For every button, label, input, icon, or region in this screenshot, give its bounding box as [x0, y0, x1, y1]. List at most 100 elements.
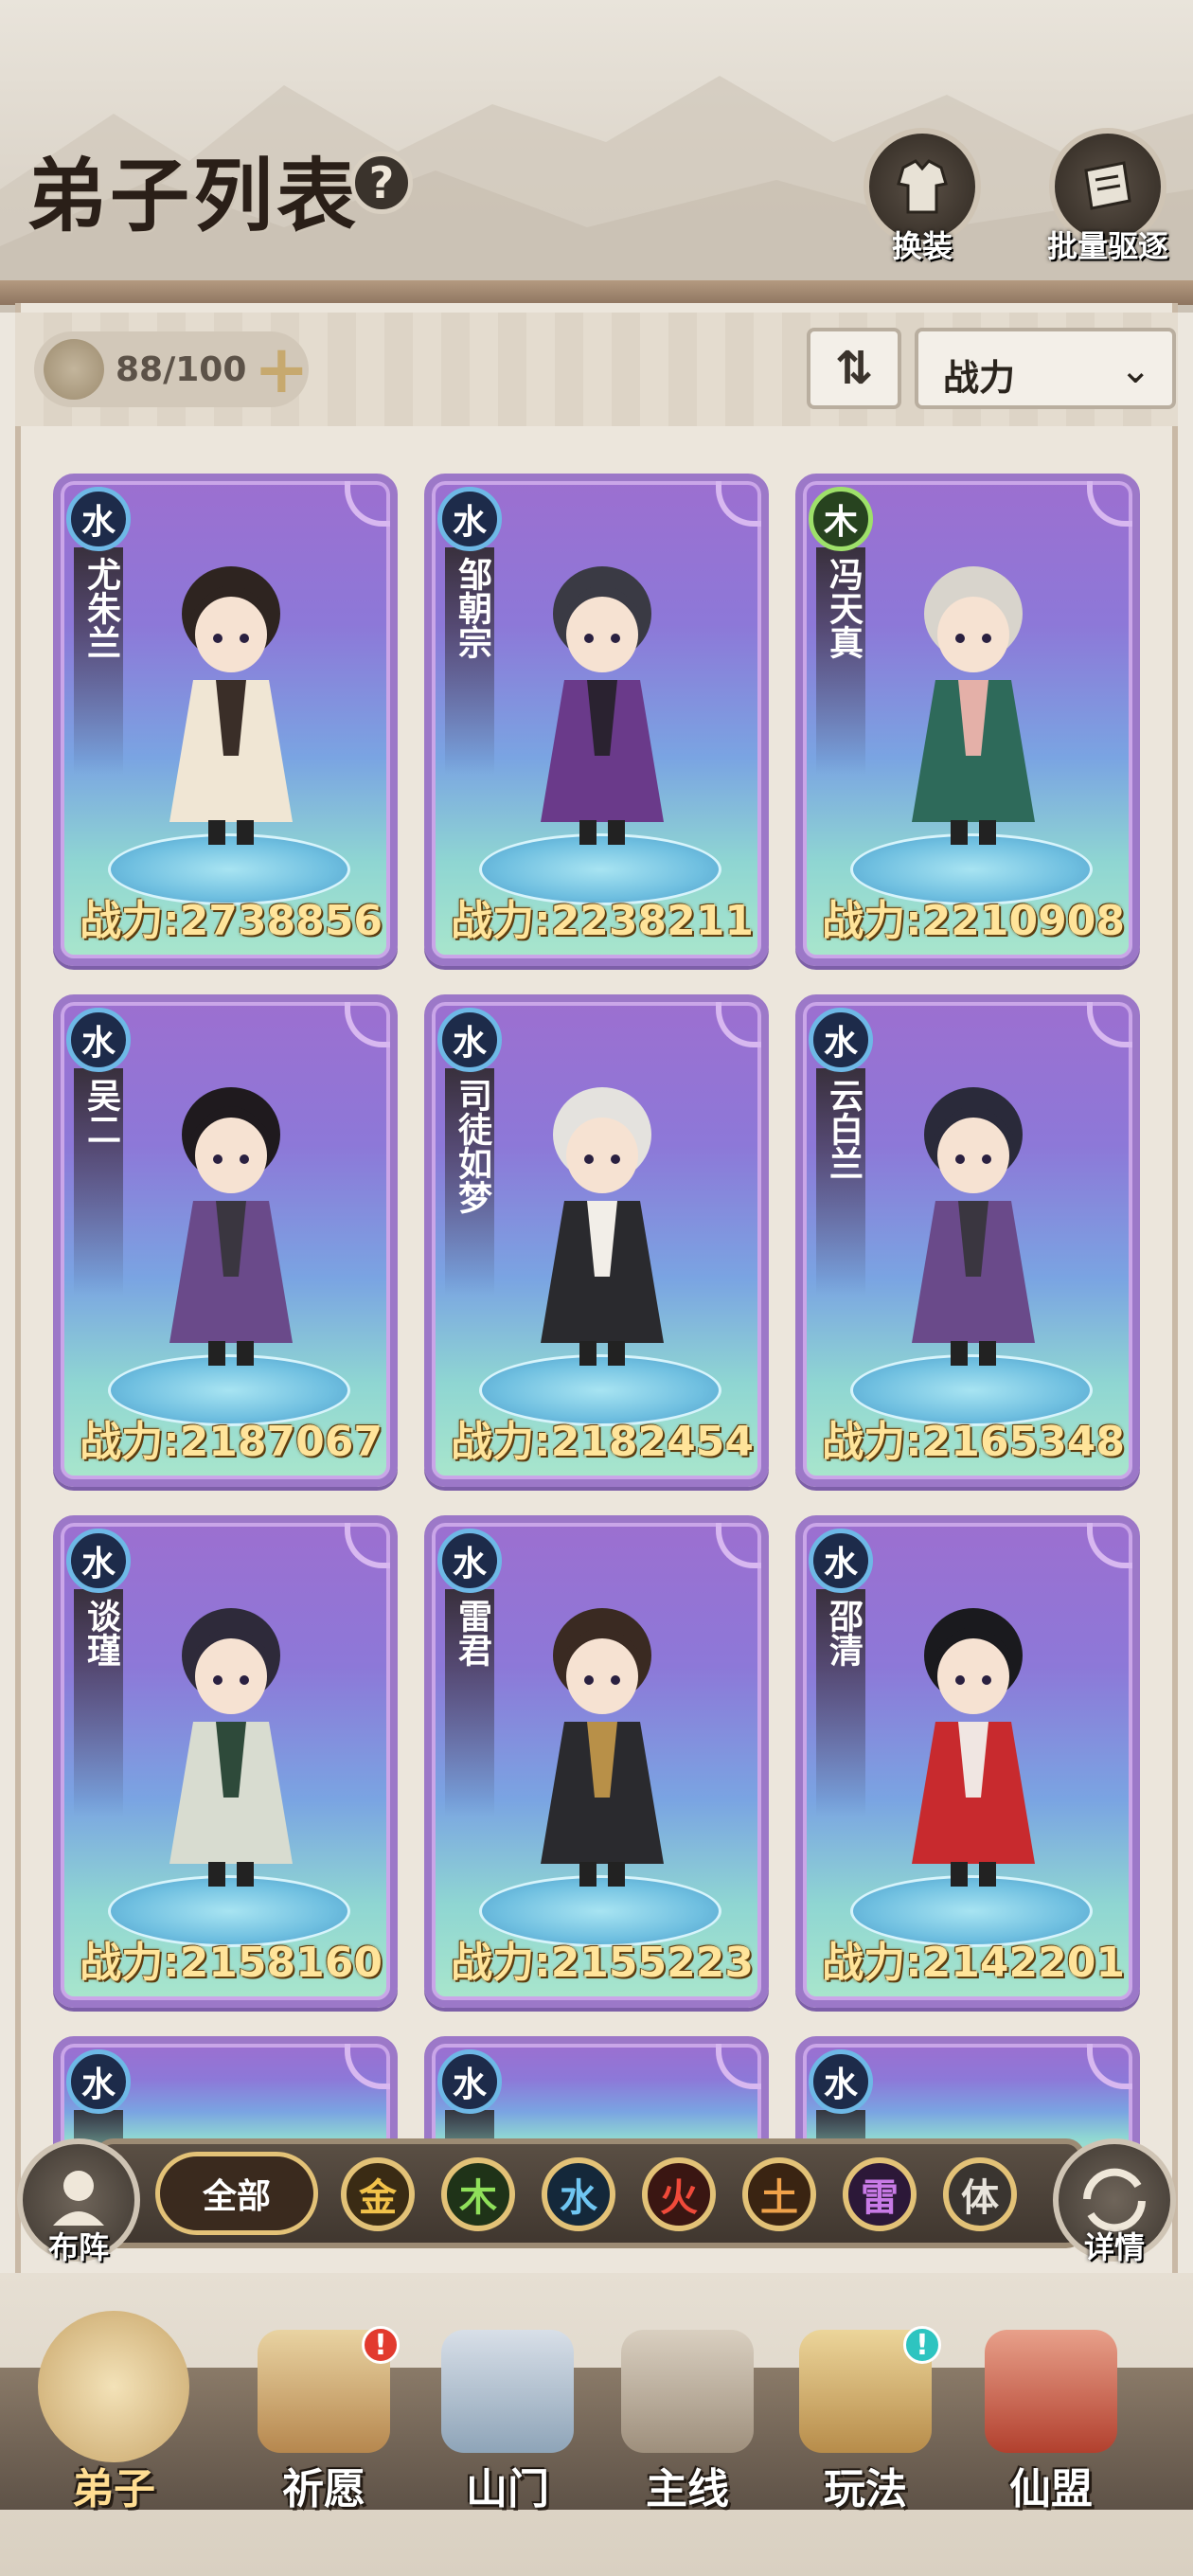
character-portrait — [541, 1087, 664, 1366]
outfit-button[interactable]: 换装 — [856, 128, 988, 264]
character-portrait — [169, 1087, 293, 1366]
nav-alliance[interactable]: 仙盟 — [966, 2330, 1136, 2519]
formation-button[interactable]: 布阵 — [17, 2138, 140, 2265]
combat-power: 战力:2187067 — [80, 1418, 383, 1466]
card-corner-ornament — [716, 1523, 761, 1568]
card-corner-ornament — [345, 1002, 390, 1047]
filter-element-6[interactable]: 体 — [943, 2157, 1017, 2231]
character-portrait — [912, 1087, 1035, 1366]
card-corner-ornament — [345, 1523, 390, 1568]
nav-label: 弟子 — [72, 2465, 155, 2513]
disciple-name: 司徒如梦 — [453, 1078, 491, 1214]
disciple-card[interactable]: 水雷君战力:2155223 — [424, 1515, 769, 2008]
nav-label: 玩法 — [824, 2465, 907, 2513]
sort-arrows-icon: ⇅ — [834, 342, 874, 395]
combat-power: 战力:2238211 — [451, 897, 754, 945]
notification-badge: ! — [362, 2326, 400, 2364]
element-badge: 水 — [809, 1529, 873, 1593]
nav-disciples-icon — [38, 2311, 189, 2462]
character-portrait — [912, 566, 1035, 845]
disciple-card[interactable]: 水司徒如梦战力:2182454 — [424, 994, 769, 1487]
batch-expel-label: 批量驱逐 — [1046, 228, 1168, 264]
disciple-card[interactable]: 水邵清战力:2142201 — [795, 1515, 1140, 2008]
filter-element-5[interactable]: 雷 — [843, 2157, 917, 2231]
filter-element-0[interactable]: 金 — [341, 2157, 415, 2231]
element-badge: 水 — [437, 1008, 502, 1072]
disciple-name: 邹朝宗 — [453, 557, 491, 659]
combat-power: 战力:2158160 — [80, 1939, 383, 1987]
disciple-name: 吴二 — [81, 1078, 120, 1146]
element-badge: 水 — [437, 1529, 502, 1593]
card-corner-ornament — [1087, 481, 1132, 527]
outfit-button-label: 换装 — [891, 228, 953, 264]
element-badge: 水 — [66, 1529, 131, 1593]
details-button[interactable]: 详情 — [1053, 2138, 1176, 2265]
combat-power: 战力:2182454 — [451, 1418, 754, 1466]
disciple-name: 邵清 — [824, 1599, 863, 1667]
filter-element-3[interactable]: 火 — [642, 2157, 716, 2231]
sort-select-value: 战力 — [943, 357, 1016, 399]
card-corner-ornament — [345, 2044, 390, 2089]
add-capacity-button[interactable]: + — [254, 331, 310, 407]
disciple-card[interactable]: 水云白兰 战力:2165348 — [795, 994, 1140, 1487]
combat-power: 战力:2210908 — [822, 897, 1125, 945]
filter-element-4[interactable]: 土 — [742, 2157, 816, 2231]
disciple-card[interactable]: 水邹朝宗战力:2238211 — [424, 474, 769, 966]
nav-wish[interactable]: 祈愿! — [239, 2326, 409, 2519]
sort-order-button[interactable]: ⇅ — [807, 328, 901, 409]
sort-select[interactable]: 战力 ⌄ — [915, 328, 1176, 409]
nav-disciples[interactable]: 弟子 — [28, 2311, 199, 2519]
disciple-card[interactable]: 水吴二 战力:2187067 — [53, 994, 398, 1487]
card-corner-ornament — [345, 481, 390, 527]
chevron-down-icon: ⌄ — [1119, 349, 1151, 392]
card-corner-ornament — [1087, 1523, 1132, 1568]
element-badge: 水 — [66, 487, 131, 551]
help-icon[interactable]: ? — [350, 152, 413, 214]
nav-sect-gate[interactable]: 山门 — [422, 2330, 593, 2519]
nav-label: 仙盟 — [1009, 2465, 1093, 2513]
disciple-card[interactable]: 水谈瑾战力:2158160 — [53, 1515, 398, 2008]
filter-element-1[interactable]: 木 — [441, 2157, 515, 2231]
card-corner-ornament — [1087, 2044, 1132, 2089]
details-label: 详情 — [1083, 2229, 1145, 2265]
nav-alliance-icon — [985, 2330, 1117, 2453]
nav-main-quest[interactable]: 主线 — [602, 2330, 773, 2519]
capacity-display: 88/100 + — [34, 331, 310, 407]
character-portrait — [169, 1608, 293, 1887]
disciple-card[interactable]: 水尤朱兰战力:2738856 — [53, 474, 398, 966]
disciple-name: 谈瑾 — [81, 1599, 120, 1667]
disciple-name: 雷君 — [453, 1599, 491, 1667]
disciple-name: 云白兰 — [824, 1078, 863, 1180]
nav-label: 山门 — [466, 2465, 549, 2513]
character-portrait — [912, 1608, 1035, 1887]
card-corner-ornament — [716, 1002, 761, 1047]
nav-label: 主线 — [646, 2465, 729, 2513]
card-corner-ornament — [1087, 1002, 1132, 1047]
formation-label: 布阵 — [47, 2229, 109, 2265]
disciple-silhouette-icon — [44, 339, 104, 400]
notification-badge: ! — [903, 2326, 941, 2364]
nav-label: 祈愿 — [282, 2465, 365, 2513]
batch-expel-button[interactable]: 批量驱逐 — [1042, 128, 1174, 264]
disciple-card[interactable]: 木冯天真战力:2210908 — [795, 474, 1140, 966]
filter-all-button[interactable]: 全部 — [155, 2152, 318, 2235]
combat-power: 战力:2142201 — [822, 1939, 1125, 1987]
element-badge: 水 — [66, 2049, 131, 2114]
element-badge: 水 — [437, 2049, 502, 2114]
element-badge: 水 — [809, 1008, 873, 1072]
header-divider — [0, 280, 1193, 305]
card-corner-ornament — [716, 2044, 761, 2089]
card-corner-ornament — [716, 481, 761, 527]
character-portrait — [169, 566, 293, 845]
combat-power: 战力:2155223 — [451, 1939, 754, 1987]
element-badge: 水 — [437, 487, 502, 551]
element-badge: 木 — [809, 487, 873, 551]
nav-main-quest-icon — [621, 2330, 754, 2453]
filter-element-2[interactable]: 水 — [542, 2157, 615, 2231]
capacity-value: 88/100 — [116, 350, 247, 389]
combat-power: 战力:2738856 — [80, 897, 383, 945]
disciple-name: 冯天真 — [824, 557, 863, 659]
character-portrait — [541, 566, 664, 845]
nav-gameplay[interactable]: 玩法! — [780, 2326, 951, 2519]
disciple-name: 尤朱兰 — [81, 557, 120, 659]
